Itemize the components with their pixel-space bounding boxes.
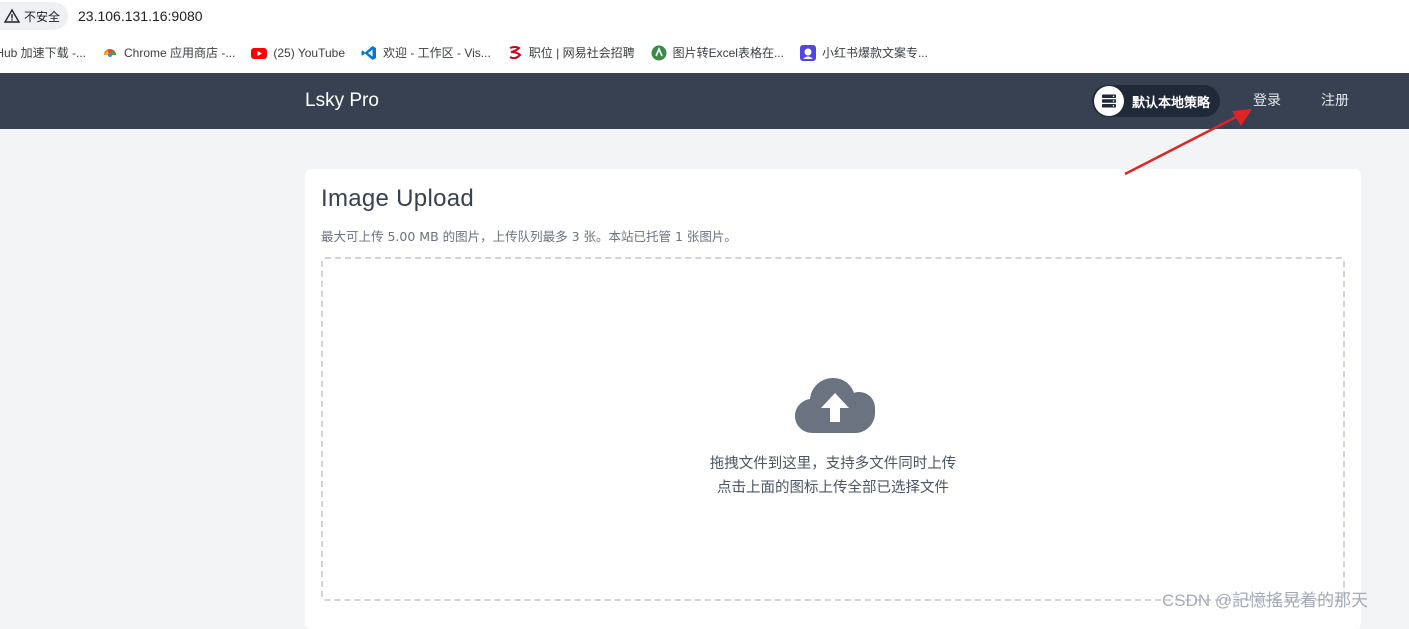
security-indicator[interactable]: 不安全 [0, 2, 69, 30]
bookmark-label: (25) YouTube [273, 45, 345, 60]
page-title: Image Upload [321, 185, 475, 212]
xiaohongshu-icon [799, 44, 816, 61]
bookmark-label: Chrome 应用商店 -... [124, 46, 236, 60]
bookmark-label: 图片转Excel表格在... [672, 46, 784, 60]
watermark-text: CSDN @記憶搖晃着的那天 [1162, 591, 1369, 610]
annotation-arrow-icon [1124, 109, 1252, 176]
vscode-icon [361, 45, 376, 60]
warning-icon [4, 8, 20, 23]
upload-limits-text: 最大可上传 5.00 MB 的图片，上传队列最多 3 张。本站已托管 1 张图片… [321, 229, 737, 244]
register-link[interactable]: 注册 [1321, 73, 1349, 129]
bookmark-github-accelerate[interactable]: tHub 加速下载 -... [0, 39, 94, 67]
upload-card: Image Upload 最大可上传 5.00 MB 的图片，上传队列最多 3 … [305, 169, 1361, 629]
bookmark-label: 欢迎 - 工作区 - Vis... [383, 46, 491, 60]
security-label: 不安全 [24, 9, 61, 24]
url-text[interactable]: 23.106.131.16:9080 [78, 8, 203, 24]
bookmark-label: 职位 | 网易社会招聘 [528, 46, 635, 60]
browser-address-bar: 不安全 23.106.131.16:9080 [0, 0, 1409, 32]
dropzone-instruction-drag: 拖拽文件到这里，支持多文件同时上传 [709, 456, 957, 472]
bookmark-xiaohongshu[interactable]: 小红书爆款文案专... [792, 39, 936, 67]
chrome-webstore-icon [104, 48, 117, 57]
image-to-excel-icon [651, 45, 667, 60]
bookmark-youtube[interactable]: (25) YouTube [243, 39, 353, 67]
brand-logo-text[interactable]: Lsky Pro [305, 73, 379, 129]
bookmark-label: tHub 加速下载 -... [0, 46, 87, 60]
bookmark-chrome-webstore[interactable]: Chrome 应用商店 -... [94, 39, 243, 67]
dropzone-instruction-click: 点击上面的图标上传全部已选择文件 [717, 480, 949, 496]
upload-dropzone[interactable]: 拖拽文件到这里，支持多文件同时上传 点击上面的图标上传全部已选择文件 [321, 257, 1345, 601]
youtube-icon [251, 47, 268, 59]
bookmark-image-to-excel[interactable]: 图片转Excel表格在... [643, 39, 792, 67]
netease-icon [509, 45, 522, 59]
bookmark-netease[interactable]: 职位 | 网易社会招聘 [499, 39, 643, 67]
server-icon [1102, 94, 1116, 108]
bookmark-vscode[interactable]: 欢迎 - 工作区 - Vis... [353, 39, 499, 67]
cloud-upload-icon[interactable] [795, 377, 875, 435]
bookmarks-bar: tHub 加速下载 -... Chrome 应用商店 -... (25) You… [0, 32, 1409, 73]
bookmark-label: 小红书爆款文案专... [821, 46, 928, 60]
